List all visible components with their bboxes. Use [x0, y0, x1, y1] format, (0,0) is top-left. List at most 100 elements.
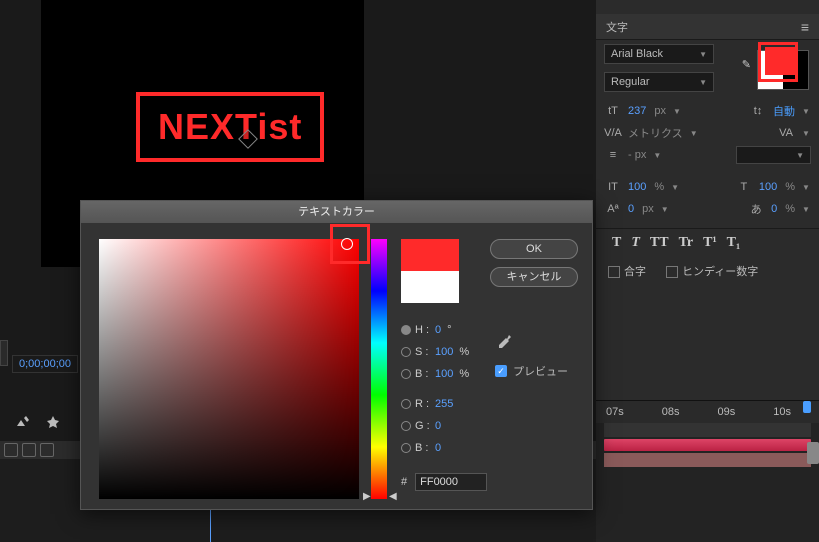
radio-s[interactable] [401, 347, 411, 357]
old-color-swatch[interactable] [401, 271, 459, 303]
subscript-button[interactable]: T₁ [727, 235, 741, 251]
color-picker-dialog: テキストカラー ▶ ◀ OK キャンセル ✓ プレビュー H :0° S :10… [80, 200, 593, 510]
hex-input[interactable] [415, 473, 487, 491]
allcaps-button[interactable]: TT [650, 235, 669, 251]
leading-value[interactable]: 自動 [773, 103, 795, 119]
font-size-unit: px [654, 105, 666, 117]
cache-bar [604, 439, 811, 451]
switch-3d-icon[interactable] [22, 443, 36, 457]
hex-field-row: # [401, 473, 487, 491]
hue-handle-right-icon: ◀ [389, 491, 397, 502]
switch-solo-icon[interactable] [40, 443, 54, 457]
s-value[interactable]: 100 [435, 346, 453, 358]
tracking-icon: VA [777, 127, 795, 139]
sv-cursor-icon[interactable] [341, 238, 353, 250]
new-color-swatch [401, 239, 459, 271]
character-properties: tT 237 px ▼ t↕ 自動 ▼ V/A メトリクス ▼ VA ▼ ≡ -… [596, 96, 819, 224]
bl-value[interactable]: 0 [435, 442, 441, 454]
stroke-width-icon: ≡ [604, 149, 622, 161]
layer-bar[interactable] [604, 453, 811, 467]
font-size-value[interactable]: 237 [628, 105, 646, 117]
eyedropper-icon[interactable]: ✎ [742, 58, 751, 71]
radio-b[interactable] [401, 369, 411, 379]
hscale-value[interactable]: 100 [759, 181, 777, 193]
b-value[interactable]: 100 [435, 368, 453, 380]
time-ruler[interactable]: 07s 08s 09s 10s [596, 401, 819, 423]
hex-label: # [401, 476, 407, 488]
color-preview [401, 239, 459, 303]
work-area-bar[interactable] [604, 423, 811, 437]
color-value-fields: H :0° S :100% B :100% R :255 G :0 B :0 [401, 319, 551, 459]
radio-h[interactable] [401, 325, 411, 335]
dialog-title: テキストカラー [81, 201, 592, 223]
timeline-zoom-handle[interactable] [807, 442, 819, 464]
text-layer[interactable]: NEXTist [136, 92, 324, 162]
faux-style-row: T T TT Tr T¹ T₁ [596, 228, 819, 257]
panel-menu-icon[interactable]: ≡ [801, 19, 809, 35]
timeline-toolbar [15, 414, 61, 430]
baseline-icon: Aª [604, 203, 622, 215]
chevron-down-icon[interactable]: ▼ [672, 107, 682, 116]
ligature-checkbox[interactable]: 合字 [608, 263, 646, 279]
chevron-down-icon[interactable]: ▼ [801, 205, 811, 214]
cancel-button[interactable]: キャンセル [490, 267, 578, 287]
fill-color-swatch[interactable] [765, 47, 795, 75]
smallcaps-button[interactable]: Tr [679, 235, 694, 251]
faux-italic-button[interactable]: T [631, 235, 640, 251]
font-style-select[interactable]: Regular ▼ [604, 72, 714, 92]
timeline-edge-handle[interactable] [0, 340, 8, 366]
vscale-value[interactable]: 100 [628, 181, 646, 193]
leading-icon: t↕ [749, 105, 767, 117]
hue-handle-left-icon: ▶ [363, 491, 371, 502]
render-icon[interactable] [45, 414, 61, 430]
current-timecode[interactable]: 0;00;00;00 [12, 355, 78, 373]
switch-eye-icon[interactable] [4, 443, 18, 457]
stroke-style-select[interactable]: ▼ [736, 146, 811, 164]
work-area-end-handle[interactable] [803, 401, 811, 413]
ruler-tick: 07s [606, 406, 624, 418]
hindi-checkbox[interactable]: ヒンディー数字 [666, 263, 758, 279]
radio-bl[interactable] [401, 443, 411, 453]
chevron-down-icon: ▼ [699, 50, 707, 59]
ruler-tick: 08s [662, 406, 680, 418]
font-family-select[interactable]: Arial Black ▼ [604, 44, 714, 64]
chevron-down-icon[interactable]: ▼ [801, 129, 811, 138]
tsume-value[interactable]: 0 [771, 203, 777, 215]
hue-slider[interactable] [371, 239, 387, 499]
chevron-down-icon: ▼ [699, 78, 707, 87]
radio-r[interactable] [401, 399, 411, 409]
font-family-value: Arial Black [611, 48, 663, 60]
saturation-value-field[interactable] [99, 239, 359, 499]
panel-tab-character[interactable]: 文字 [606, 19, 628, 35]
ruler-tick: 09s [718, 406, 736, 418]
superscript-button[interactable]: T¹ [703, 235, 717, 251]
timeline-ruler-panel: 07s 08s 09s 10s [596, 400, 819, 542]
faux-bold-button[interactable]: T [612, 235, 621, 251]
vscale-icon: IT [604, 181, 622, 193]
h-value[interactable]: 0 [435, 324, 441, 336]
ok-button[interactable]: OK [490, 239, 578, 259]
options-row: 合字 ヒンディー数字 [596, 257, 819, 285]
chevron-down-icon: ▼ [796, 151, 804, 160]
font-style-value: Regular [611, 76, 650, 88]
chevron-down-icon[interactable]: ▼ [801, 183, 811, 192]
text-content: NEXTist [158, 106, 302, 147]
r-value[interactable]: 255 [435, 398, 453, 410]
font-size-icon: tT [604, 105, 622, 117]
chevron-down-icon[interactable]: ▼ [652, 151, 662, 160]
kerning-icon: V/A [604, 127, 622, 139]
stroke-width-value[interactable]: - px [628, 149, 646, 161]
shy-icon[interactable] [15, 414, 31, 430]
hscale-icon: T [735, 181, 753, 193]
tsume-icon: あ [747, 201, 765, 217]
chevron-down-icon[interactable]: ▼ [801, 107, 811, 116]
kerning-value[interactable]: メトリクス [628, 125, 683, 141]
g-value[interactable]: 0 [435, 420, 441, 432]
chevron-down-icon[interactable]: ▼ [689, 129, 699, 138]
chevron-down-icon[interactable]: ▼ [660, 205, 670, 214]
radio-g[interactable] [401, 421, 411, 431]
panel-tab-bar: 文字 ≡ [596, 14, 819, 40]
chevron-down-icon[interactable]: ▼ [670, 183, 680, 192]
baseline-value[interactable]: 0 [628, 203, 634, 215]
ruler-tick: 10s [773, 406, 791, 418]
